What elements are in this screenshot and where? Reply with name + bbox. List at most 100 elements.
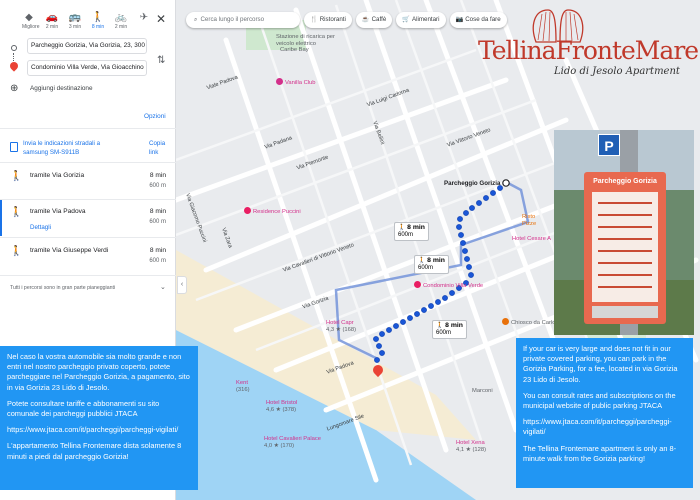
route-connector bbox=[13, 53, 15, 61]
mode-bike[interactable]: 🚲 2 min bbox=[114, 12, 128, 30]
send-to-device-link[interactable]: Invia le indicazioni stradali a samsung … bbox=[23, 140, 119, 157]
poi-kent[interactable]: Kent (316) bbox=[236, 380, 250, 394]
poi-rating: 4,3 ★ (168) bbox=[326, 327, 357, 333]
walk-icon: 🚶 bbox=[10, 246, 23, 257]
chevron-down-icon[interactable]: ⌄ bbox=[160, 283, 166, 291]
route-distance: 600 m bbox=[149, 258, 166, 264]
bike-icon: 🚲 bbox=[114, 12, 128, 23]
poi-marconi[interactable]: Marconi bbox=[472, 388, 493, 394]
nightlife-icon bbox=[276, 78, 283, 85]
poi-hotel-cavalieri[interactable]: Hotel Cavalieri Palace 4,0 ★ (170) bbox=[264, 436, 321, 450]
info-paragraph: The Tellina Frontemare apartment is only… bbox=[523, 443, 677, 463]
car-icon: 🚗 bbox=[45, 12, 59, 23]
walk-icon: 🚶 bbox=[398, 225, 406, 231]
info-box-english: If your car is very large and does not f… bbox=[516, 338, 693, 488]
origin-input[interactable]: Parcheggio Gorizia, Via Gorizia, 23, 300 bbox=[27, 38, 147, 54]
poi-rating: 4,6 ★ (378) bbox=[266, 407, 297, 413]
poi-label: Kent bbox=[236, 380, 248, 386]
info-paragraph: You can consult rates and subscriptions … bbox=[523, 390, 676, 411]
route-time: 8 min bbox=[149, 208, 166, 215]
mode-transit[interactable]: 🚌 3 min bbox=[68, 12, 82, 30]
destination-input[interactable]: Condominio Villa Verde, Via Gioacchino bbox=[27, 60, 147, 76]
add-destination-icon[interactable]: ⊕ bbox=[10, 83, 18, 94]
route-name: tramite Via Giuseppe Verdi bbox=[30, 247, 109, 254]
details-link[interactable]: Dettagli bbox=[30, 224, 51, 231]
chip-coffee[interactable]: ☕ Caffè bbox=[355, 12, 393, 28]
mode-flight[interactable]: ✈ bbox=[137, 12, 151, 30]
route-time-tooltip[interactable]: 🚶 8 min 600m bbox=[394, 222, 429, 241]
parking-p-icon: P bbox=[598, 134, 620, 156]
restaurant-icon: 🍴 bbox=[310, 16, 318, 23]
travel-mode-bar: ◆ Migliore 🚗 2 min 🚌 3 min 🚶 8 min 🚲 2 min ✈ bbox=[22, 12, 151, 30]
poi-label: Caribe Bay bbox=[280, 47, 309, 53]
map-search-bar: ⌕ Cerca lungo il percorso 🍴 Ristoranti ☕ Ca… bbox=[186, 12, 507, 28]
walk-icon: 🚶 bbox=[436, 323, 444, 329]
divider bbox=[0, 128, 176, 129]
grocery-icon: 🛒 bbox=[402, 16, 410, 23]
copy-link-button[interactable]: Copia link bbox=[149, 140, 169, 157]
poi-caribe-bay[interactable]: Caribe Bay bbox=[280, 47, 309, 53]
collapse-panel-button[interactable]: ‹ bbox=[177, 276, 187, 294]
poi-hotel-cesare[interactable]: Hotel Cesare A bbox=[512, 236, 551, 242]
bus-icon: 🚌 bbox=[68, 12, 82, 23]
poi-chiosco[interactable]: Chiosco da Carlo bbox=[502, 318, 555, 326]
poi-label: Hotel Cavalieri Palace bbox=[264, 436, 322, 442]
info-link[interactable]: https://www.jtaca.com/it/parcheggi/parch… bbox=[7, 425, 191, 435]
route-time-tooltip[interactable]: 🚶 8 min 600m bbox=[414, 255, 449, 274]
chip-grocery[interactable]: 🛒 Alimentari bbox=[396, 12, 446, 28]
poi-vanilla-club[interactable]: Vanilla Club bbox=[276, 78, 316, 86]
mode-best[interactable]: ◆ Migliore bbox=[22, 12, 40, 30]
route-option[interactable]: 🚶 tramite Via Gorizia 8 min 600 m bbox=[0, 163, 176, 199]
route-distance: 600 m bbox=[149, 219, 166, 225]
divider bbox=[0, 275, 176, 276]
poi-residence-puccini[interactable]: Residence Puccini bbox=[244, 207, 301, 215]
route-option-selected[interactable]: 🚶 tramite Via Padova 8 min 600 m Dettagl… bbox=[0, 200, 176, 236]
route-time-tooltip[interactable]: 🚶 8 min 600m bbox=[432, 320, 467, 339]
mode-car[interactable]: 🚗 2 min bbox=[45, 12, 59, 30]
board-table bbox=[592, 192, 658, 302]
search-icon: ⌕ bbox=[194, 16, 198, 23]
camera-icon: 📷 bbox=[455, 16, 464, 23]
board-title: Parcheggio Gorizia bbox=[593, 178, 657, 185]
walk-icon: 🚶 bbox=[10, 171, 23, 182]
info-paragraph: L'appartamento Tellina Frontemare dista … bbox=[7, 441, 182, 461]
poi-label: Condominio Villa Verde bbox=[423, 283, 484, 289]
mode-walk[interactable]: 🚶 8 min bbox=[91, 12, 105, 30]
plane-icon: ✈ bbox=[139, 12, 149, 23]
info-paragraph: Potete consultare tariffe e abbonamenti … bbox=[7, 398, 160, 419]
poi-hotel-capr[interactable]: Hotel Capr 4,3 ★ (168) bbox=[326, 320, 356, 334]
phone-icon bbox=[10, 142, 18, 152]
poi-rating: 4,1 ★ (128) bbox=[456, 447, 487, 453]
poi-ristorante[interactable]: Risto Pizze bbox=[522, 214, 546, 227]
info-box-italian: Nel caso la vostra automobile sia molto … bbox=[0, 346, 198, 490]
route-name: tramite Via Padova bbox=[30, 208, 86, 215]
walk-icon: 🚶 bbox=[418, 258, 426, 264]
parking-board: Parcheggio Gorizia bbox=[584, 172, 666, 324]
info-link[interactable]: https://www.jtaca.com/it/parcheggi/parch… bbox=[523, 417, 686, 437]
poi-label: Hotel Cesare A bbox=[512, 236, 551, 242]
info-paragraph: Nel caso la vostra automobile sia molto … bbox=[7, 352, 190, 392]
parking-sign-photo: P Parcheggio Gorizia bbox=[554, 130, 694, 335]
poi-label: Residence Puccini bbox=[253, 209, 301, 215]
coffee-icon: ☕ bbox=[361, 16, 370, 23]
poi-hotel-xena[interactable]: Hotel Xena 4,1 ★ (128) bbox=[456, 440, 486, 454]
poi-charging-station[interactable]: Stazione di ricarica per veicolo elettri… bbox=[276, 34, 346, 47]
poi-condominio[interactable]: Condominio Villa Verde bbox=[414, 281, 483, 289]
poi-label: Hotel Bristol bbox=[266, 400, 298, 406]
poi-label: Hotel Xena bbox=[456, 440, 485, 446]
poi-label: Stazione di ricarica per veicolo elettri… bbox=[276, 34, 335, 47]
bar-icon bbox=[502, 318, 509, 325]
chip-restaurants[interactable]: 🍴 Ristoranti bbox=[304, 12, 352, 28]
route-option[interactable]: 🚶 tramite Via Giuseppe Verdi 8 min 600 m bbox=[0, 238, 176, 274]
swap-icon[interactable]: ⇅ bbox=[157, 55, 165, 66]
poi-label: Risto Pizze bbox=[522, 214, 537, 227]
search-along-route-input[interactable]: ⌕ Cerca lungo il percorso bbox=[186, 12, 300, 28]
route-time: 8 min bbox=[149, 247, 166, 254]
options-button[interactable]: Opzioni bbox=[144, 113, 166, 120]
origin-label[interactable]: Parcheggio Gorizia bbox=[444, 180, 500, 187]
add-destination-button[interactable]: Aggiungi destinazione bbox=[30, 85, 93, 92]
close-icon[interactable]: ✕ bbox=[156, 12, 166, 26]
board-footer bbox=[592, 306, 658, 318]
destination-pin-icon bbox=[8, 60, 20, 72]
poi-hotel-bristol[interactable]: Hotel Bristol 4,6 ★ (378) bbox=[266, 400, 297, 414]
